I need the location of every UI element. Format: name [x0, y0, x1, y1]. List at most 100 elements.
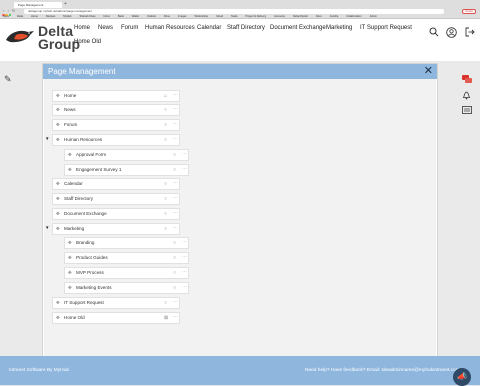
bookmark-item[interactable]: Delta MyHub	[293, 15, 308, 18]
id-card-icon[interactable]	[462, 106, 472, 116]
page-tree-item[interactable]: ✥ News ○ ⋯	[52, 104, 180, 116]
nav-marketing[interactable]: Marketing	[326, 25, 352, 31]
visibility-toggle-icon[interactable]: ○	[164, 105, 167, 115]
drag-handle-icon[interactable]: ✥	[56, 194, 60, 204]
bell-icon[interactable]	[462, 90, 471, 102]
drag-handle-icon[interactable]: ✥	[68, 165, 72, 175]
more-options-icon[interactable]: ⋯	[173, 297, 178, 307]
page-tree-item[interactable]: ✥ Forum ○ ⋯	[52, 119, 180, 131]
page-tree-item[interactable]: ✥ Human Resources ○ ⋯	[52, 134, 180, 146]
bookmark-item[interactable]: Docs	[316, 15, 322, 18]
more-options-icon[interactable]: ⋯	[173, 178, 178, 188]
page-tree-item[interactable]: ✥ Home Old ⊠ ⋯	[52, 312, 180, 324]
visibility-toggle-icon[interactable]: ○	[164, 298, 167, 308]
nav-news[interactable]: News	[98, 25, 113, 31]
nav-home-old[interactable]: Home Old	[74, 39, 101, 45]
page-tree-item[interactable]: ✥ Staff Directory ○ ⋯	[52, 193, 180, 205]
more-options-icon[interactable]: ⋯	[182, 237, 187, 247]
more-options-icon[interactable]: ⋯	[173, 90, 178, 100]
bookmark-item[interactable]: Tasks	[231, 15, 238, 18]
more-options-icon[interactable]: ⋯	[182, 267, 187, 277]
page-tree-item[interactable]: ✥ Marketing Events ○ ⋯	[64, 282, 189, 294]
bookmark-item[interactable]: Outlook	[147, 15, 156, 18]
new-tab-icon[interactable]: +	[64, 2, 67, 7]
edit-pencil-icon[interactable]: ✎	[4, 74, 12, 85]
bookmark-item[interactable]: Ansible	[330, 15, 339, 18]
drag-handle-icon[interactable]: ✥	[68, 283, 72, 293]
more-options-icon[interactable]: ⋯	[182, 164, 187, 174]
drag-handle-icon[interactable]: ✥	[56, 224, 60, 234]
bookmark-item[interactable]: MyHub	[63, 15, 71, 18]
drag-handle-icon[interactable]: ✥	[56, 209, 60, 219]
update-button[interactable]: Update	[462, 9, 476, 14]
bird-logo-icon[interactable]	[4, 26, 36, 46]
more-options-icon[interactable]: ⋯	[173, 208, 178, 218]
drag-handle-icon[interactable]: ✥	[56, 120, 60, 130]
visibility-toggle-icon[interactable]: ○	[164, 209, 167, 219]
visibility-toggle-icon[interactable]: ○	[164, 120, 167, 130]
bookmark-item[interactable]: Project & Delivery	[246, 15, 267, 18]
bookmark-item[interactable]: Delta	[17, 15, 23, 18]
more-options-icon[interactable]: ⋯	[173, 223, 178, 233]
drag-handle-icon[interactable]: ✥	[68, 253, 72, 263]
announcement-megaphone-icon[interactable]: 📣	[453, 368, 471, 386]
drag-handle-icon[interactable]: ✥	[68, 268, 72, 278]
nav-home[interactable]: Home	[74, 25, 90, 31]
visibility-toggle-icon[interactable]: ○	[164, 194, 167, 204]
bookmark-item[interactable]: Admin	[370, 15, 377, 18]
browser-nav-buttons[interactable]: ‹ › ↻	[3, 8, 16, 14]
visibility-toggle-icon[interactable]: ○	[164, 135, 167, 145]
nav-document-exchange[interactable]: Document Exchange	[270, 25, 326, 31]
bookmark-item[interactable]: Recipes	[46, 15, 55, 18]
footer-credit[interactable]: Intranet Software By MyHub	[9, 368, 69, 373]
page-tree-item[interactable]: ✥ IT Support Request ○ ⋯	[52, 297, 180, 309]
drag-handle-icon[interactable]: ✥	[56, 298, 60, 308]
logout-icon[interactable]	[465, 27, 475, 39]
page-tree-item[interactable]: ✥ Home ⌂ ⋯	[52, 90, 180, 102]
drag-handle-icon[interactable]: ✥	[68, 150, 72, 160]
bookmark-item[interactable]: Apps	[3, 15, 9, 18]
page-tree-item[interactable]: ✥ Document Exchange ○ ⋯	[52, 208, 180, 220]
bookmark-item[interactable]: Wallet	[132, 15, 139, 18]
more-options-icon[interactable]: ⋯	[182, 252, 187, 262]
more-options-icon[interactable]: ⋯	[182, 149, 187, 159]
more-options-icon[interactable]: ⋯	[182, 282, 187, 292]
user-icon[interactable]	[446, 27, 457, 40]
nav-staff-directory[interactable]: Staff Directory	[227, 25, 265, 31]
visibility-toggle-icon[interactable]: ○	[173, 268, 176, 278]
more-options-icon[interactable]: ⋯	[173, 104, 178, 114]
drag-handle-icon[interactable]: ✥	[56, 313, 60, 323]
hidden-page-icon[interactable]: ⊠	[164, 313, 168, 323]
home-icon[interactable]: ⌂	[164, 91, 167, 101]
visibility-toggle-icon[interactable]: ○	[164, 179, 167, 189]
page-tree-item[interactable]: ✥ Product Guides ○ ⋯	[64, 252, 189, 264]
search-icon[interactable]	[429, 27, 439, 39]
nav-human-resources[interactable]: Human Resources	[145, 25, 195, 31]
browser-tab[interactable]: Page Management	[14, 2, 62, 8]
drag-handle-icon[interactable]: ✥	[68, 238, 72, 248]
visibility-toggle-icon[interactable]: ○	[173, 283, 176, 293]
close-icon[interactable]: ✕	[424, 64, 433, 79]
nav-it-support-request[interactable]: IT Support Request	[360, 25, 412, 31]
bookmark-item[interactable]: Inbox	[104, 15, 110, 18]
page-tree-item[interactable]: ✥ MVP Process ○ ⋯	[64, 267, 189, 279]
drag-handle-icon[interactable]: ✥	[56, 179, 60, 189]
visibility-toggle-icon[interactable]: ○	[173, 165, 176, 175]
drag-handle-icon[interactable]: ✥	[56, 91, 60, 101]
more-options-icon[interactable]: ⋯	[173, 119, 178, 129]
page-tree-item[interactable]: ✥ Engagement Survey 1 ○ ⋯	[64, 164, 189, 176]
bookmark-item[interactable]: Work/online	[194, 15, 208, 18]
chat-notification-icon[interactable]	[462, 75, 472, 86]
bookmark-item[interactable]: Collaboration	[346, 15, 361, 18]
visibility-toggle-icon[interactable]: ○	[173, 253, 176, 263]
nav-forum[interactable]: Forum	[121, 25, 138, 31]
expand-caret-icon[interactable]: ▼	[45, 225, 49, 230]
page-tree-item[interactable]: ✥ Branding ○ ⋯	[64, 237, 189, 249]
bookmark-item[interactable]: Bank	[118, 15, 124, 18]
visibility-toggle-icon[interactable]: ○	[164, 224, 167, 234]
page-tree-item[interactable]: ✥ Marketing ○ ⋯	[52, 223, 180, 235]
bookmark-item[interactable]: Images	[178, 15, 187, 18]
visibility-toggle-icon[interactable]: ○	[173, 238, 176, 248]
more-options-icon[interactable]: ⋯	[173, 312, 178, 322]
page-tree-item[interactable]: ✥ Calendar ○ ⋯	[52, 178, 180, 190]
